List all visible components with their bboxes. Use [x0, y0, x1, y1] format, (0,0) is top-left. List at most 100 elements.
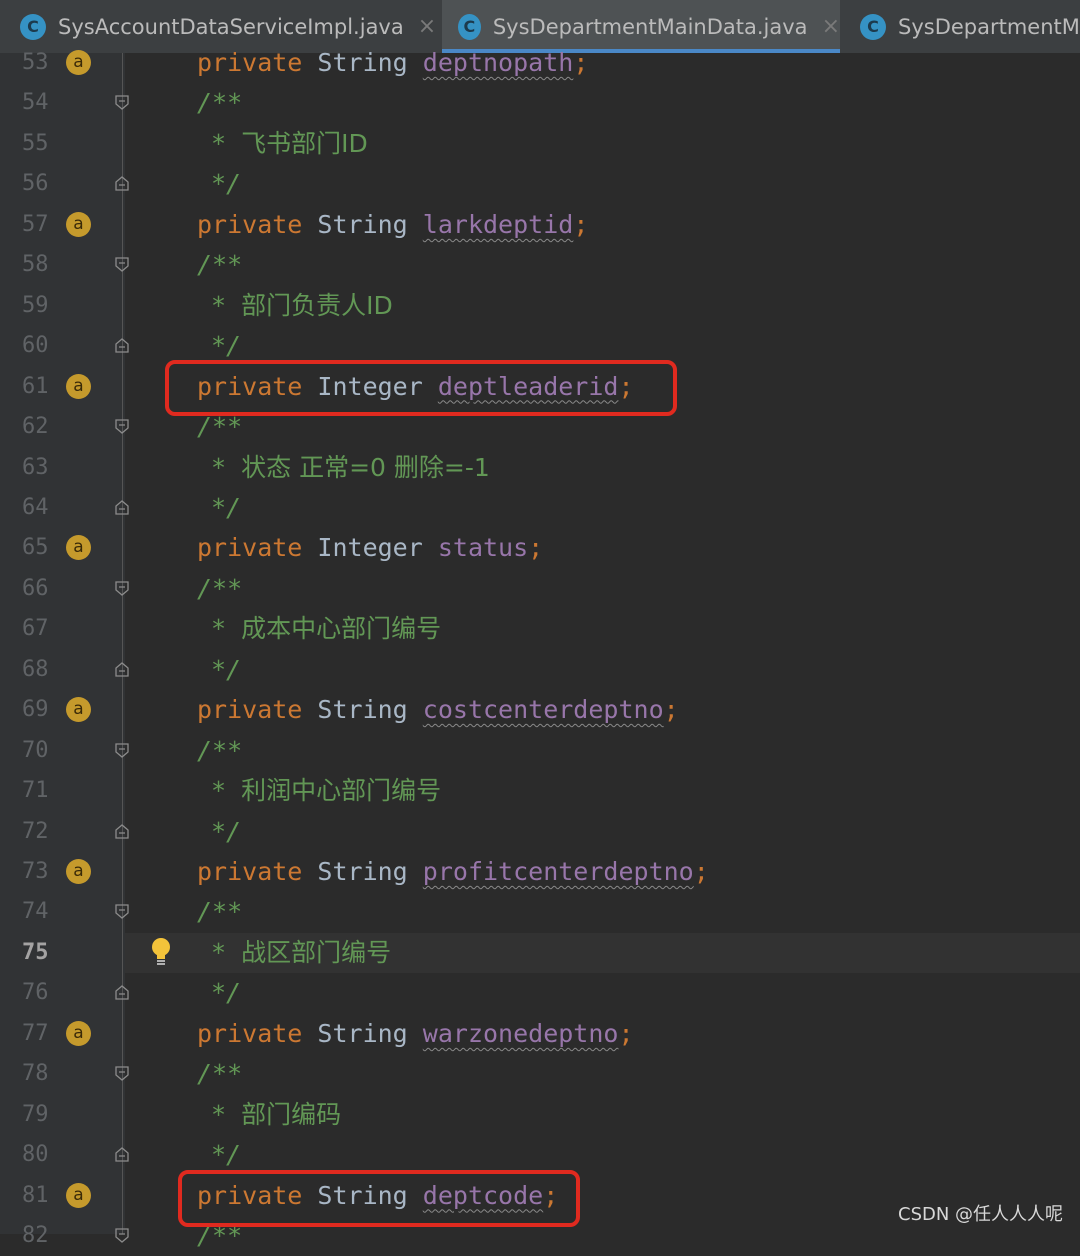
highlight-box-deptcode — [178, 1170, 580, 1227]
annotation-badge-icon[interactable]: a — [66, 1020, 91, 1046]
watermark: CSDN @任人人人呢 — [898, 1204, 1064, 1225]
fold-marker-icon[interactable] — [115, 904, 129, 920]
code-line[interactable]: 68 */ — [0, 650, 1080, 690]
code-line[interactable]: 55 * 飞书部门ID — [0, 124, 1080, 164]
code-line[interactable]: 77 a private String warzonedeptno; — [0, 1014, 1080, 1054]
fold-marker-icon[interactable] — [115, 1147, 129, 1162]
annotation-badge-icon[interactable]: a — [66, 535, 91, 561]
type-name: String — [317, 695, 408, 725]
keyword-private: private — [197, 695, 303, 725]
line-number: 76 — [22, 980, 49, 1006]
annotation-badge-icon[interactable]: a — [66, 697, 91, 723]
code-line[interactable]: 65 a private Integer status; — [0, 528, 1080, 568]
code-line[interactable]: 63 * 状态 正常=0 删除=-1 — [0, 448, 1080, 488]
code-text: * 飞书部门ID — [211, 124, 368, 164]
fold-marker-icon[interactable] — [115, 581, 129, 596]
code-line[interactable]: 69 a private String costcenterdeptno; — [0, 690, 1080, 730]
fold-marker-icon[interactable] — [115, 985, 129, 1000]
fold-marker-icon[interactable] — [115, 1228, 129, 1243]
code-line[interactable]: 76 */ — [0, 973, 1080, 1013]
comment-star: * — [211, 614, 227, 644]
annotation-badge-icon[interactable]: a — [66, 373, 91, 399]
line-number: 63 — [22, 454, 49, 480]
comment-open: /** — [197, 1059, 243, 1089]
annotation-badge-icon[interactable]: a — [66, 211, 91, 237]
code-line[interactable]: 58 /** — [0, 245, 1080, 285]
line-number: 66 — [22, 575, 49, 601]
semicolon: ; — [693, 857, 709, 886]
code-line[interactable]: 79 * 部门编码 — [0, 1095, 1080, 1135]
annotation-badge-icon[interactable]: a — [66, 859, 91, 884]
comment-text: 状态 正常=0 删除=-1 — [241, 452, 490, 482]
field-name: larkdeptid — [422, 209, 574, 239]
tab-label: SysDepartmentMa — [898, 14, 1080, 39]
code-text: private Integer status; — [197, 528, 543, 568]
code-line[interactable]: 71 * 利润中心部门编号 — [0, 771, 1080, 811]
code-text: * 部门负责人ID — [211, 286, 393, 326]
code-line[interactable]: 78 /** — [0, 1054, 1080, 1094]
type-name: String — [317, 1018, 408, 1048]
code-text: */ — [211, 812, 241, 852]
comment-star: * — [211, 128, 227, 158]
fold-marker-icon[interactable] — [115, 823, 129, 839]
line-number: 69 — [22, 697, 49, 723]
code-text: */ — [211, 650, 241, 690]
annotation-badge-icon[interactable]: a — [66, 50, 91, 75]
comment-close: */ — [211, 978, 242, 1008]
fold-marker-icon[interactable] — [115, 338, 129, 353]
close-icon[interactable]: × — [418, 14, 436, 39]
code-line[interactable]: 53 a private String deptnopath; — [0, 43, 1080, 83]
close-icon[interactable]: × — [822, 14, 840, 39]
line-number: 75 — [22, 939, 49, 965]
fold-marker-icon[interactable] — [115, 95, 129, 111]
code-line[interactable]: 56 */ — [0, 164, 1080, 204]
code-text: * 利润中心部门编号 — [211, 771, 441, 811]
comment-star: * — [211, 290, 227, 320]
tab-label: SysDepartmentMainData.java — [492, 14, 808, 39]
code-line[interactable]: 73 a private String profitcenterdeptno; — [0, 852, 1080, 892]
code-text: private String warzonedeptno; — [197, 1014, 634, 1054]
line-number: 58 — [22, 252, 49, 278]
comment-close: */ — [211, 331, 242, 361]
code-text: private String larkdeptid; — [197, 205, 588, 245]
comment-close: */ — [211, 169, 242, 199]
comment-open: /** — [197, 735, 243, 765]
line-number: 55 — [22, 130, 49, 156]
fold-marker-icon[interactable] — [115, 176, 129, 191]
line-number: 73 — [22, 859, 49, 884]
code-text: /** — [197, 731, 242, 771]
line-number: 77 — [22, 1020, 49, 1046]
code-text: * 成本中心部门编号 — [211, 609, 441, 649]
semicolon: ; — [573, 209, 589, 239]
code-line[interactable]: 64 */ — [0, 488, 1080, 528]
code-line[interactable]: 67 * 成本中心部门编号 — [0, 609, 1080, 649]
fold-marker-icon[interactable] — [115, 257, 129, 273]
code-line[interactable]: 75 * 战区部门编号 — [0, 932, 1080, 973]
fold-marker-icon[interactable] — [115, 419, 129, 434]
highlight-box-deptleaderid — [165, 360, 677, 416]
java-class-icon: C — [458, 13, 481, 40]
field-name: costcenterdeptno — [422, 695, 664, 725]
comment-star: * — [211, 1099, 227, 1129]
code-line[interactable]: 59 * 部门负责人ID — [0, 286, 1080, 326]
code-line[interactable]: 74 /** — [0, 892, 1080, 932]
semicolon: ; — [663, 695, 679, 725]
code-line[interactable]: 54 /** — [0, 83, 1080, 123]
lightbulb-icon[interactable] — [150, 936, 172, 968]
code-line[interactable]: 66 /** — [0, 569, 1080, 609]
code-text: /** — [197, 892, 242, 932]
keyword-private: private — [197, 209, 303, 239]
fold-marker-icon[interactable] — [115, 500, 129, 515]
fold-marker-icon[interactable] — [115, 742, 129, 758]
code-line[interactable]: 72 */ — [0, 812, 1080, 852]
line-number: 62 — [22, 414, 49, 440]
code-line[interactable]: 57 a private String larkdeptid; — [0, 205, 1080, 245]
annotation-badge-icon[interactable]: a — [66, 1182, 91, 1208]
fold-marker-icon[interactable] — [115, 661, 129, 677]
code-text: private String costcenterdeptno; — [197, 690, 679, 730]
code-line[interactable]: 70 /** — [0, 731, 1080, 771]
line-number: 65 — [22, 535, 49, 561]
fold-marker-icon[interactable] — [115, 1066, 129, 1082]
line-number: 64 — [22, 494, 49, 520]
java-class-icon: C — [20, 13, 46, 40]
